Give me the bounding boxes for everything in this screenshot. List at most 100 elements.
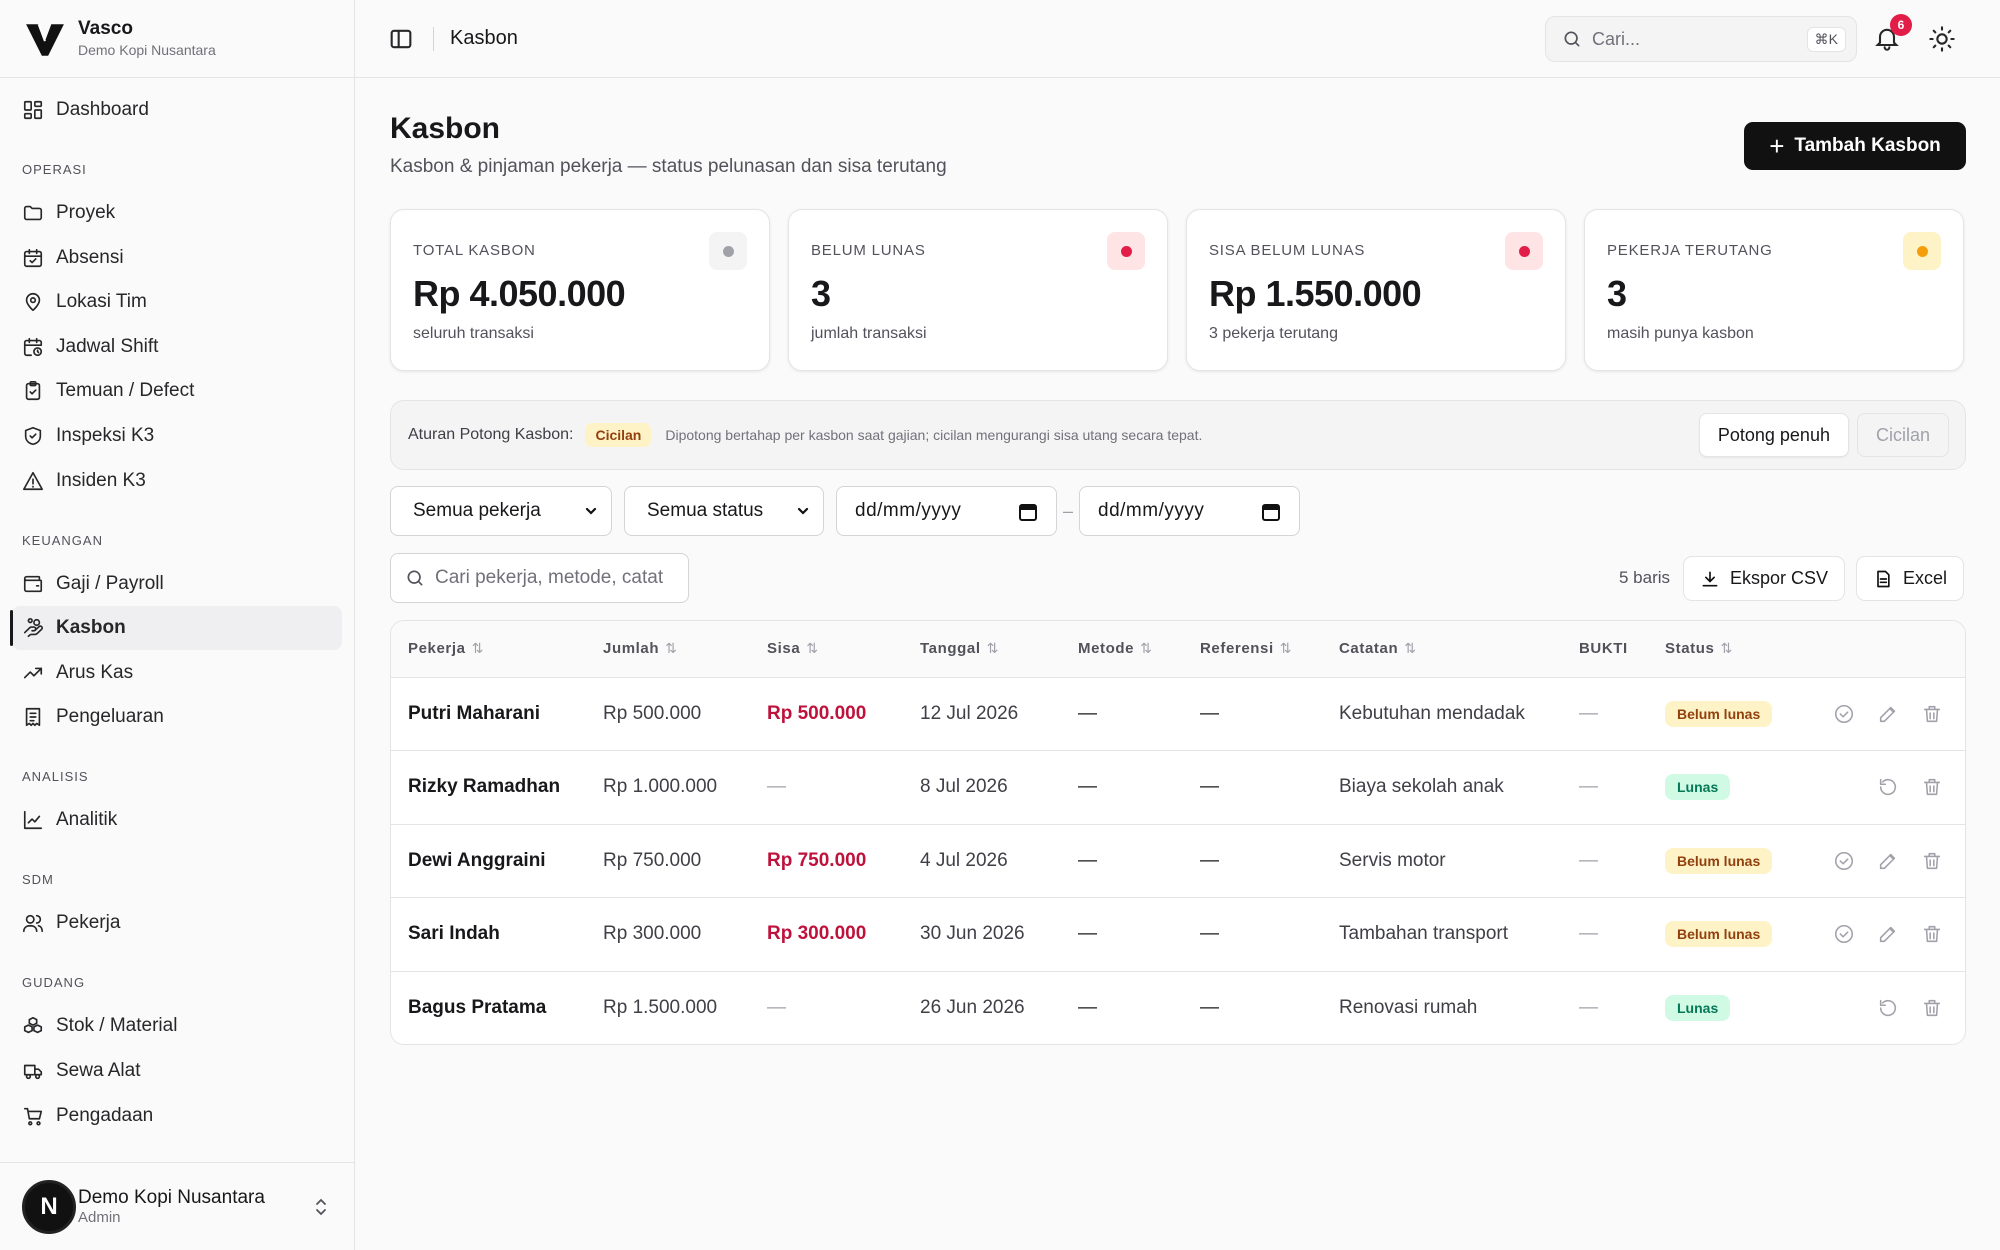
calendar-check-icon — [23, 248, 43, 267]
sidebar-item-proyek[interactable]: Proyek — [12, 191, 342, 235]
sidebar-item-sewa-alat[interactable]: Sewa Alat — [12, 1049, 342, 1093]
brand[interactable]: Vasco Demo Kopi Nusantara — [0, 0, 354, 78]
column-header-sisa[interactable]: Sisa ⇅ — [750, 621, 903, 678]
pencil-icon[interactable] — [1877, 703, 1899, 725]
stat-sub: 3 pekerja terutang — [1209, 325, 1338, 342]
sidebar-item-jadwal-shift[interactable]: Jadwal Shift — [12, 325, 342, 369]
stat-sub: seluruh transaksi — [413, 325, 534, 342]
pencil-icon[interactable] — [1877, 850, 1899, 872]
trash-icon[interactable] — [1921, 850, 1943, 872]
sidebar-item-lokasi-tim[interactable]: Lokasi Tim — [12, 280, 342, 324]
sidebar-item-label: Kasbon — [56, 617, 126, 639]
check-circle-icon[interactable] — [1833, 923, 1855, 945]
export-excel-button[interactable]: Excel — [1856, 556, 1965, 601]
table-search-placeholder: Cari pekerja, metode, catat — [435, 567, 664, 588]
add-kasbon-button[interactable]: + Tambah Kasbon — [1744, 122, 1966, 170]
sun-icon[interactable] — [1928, 25, 1956, 53]
nav-section-gudang: GUDANG — [22, 975, 86, 991]
add-kasbon-label: Tambah Kasbon — [1794, 135, 1941, 156]
cell-actions — [1788, 750, 1965, 825]
status-filter-value: Semua status — [647, 500, 764, 521]
chevron-down-icon — [585, 507, 597, 515]
cell-tanggal: 4 Jul 2026 — [903, 824, 1061, 898]
sidebar-item-inspeksi-k3[interactable]: Inspeksi K3 — [12, 414, 342, 458]
user-menu[interactable]: N Demo Kopi Nusantara Admin — [0, 1162, 354, 1250]
date-to-input[interactable]: dd/mm/yyyy — [1079, 486, 1301, 536]
trash-icon[interactable] — [1921, 776, 1943, 798]
trash-icon[interactable] — [1921, 703, 1943, 725]
cell-tanggal: 12 Jul 2026 — [903, 677, 1061, 751]
worker-filter-select[interactable]: Semua pekerja — [390, 486, 612, 536]
full-deduction-button[interactable]: Potong penuh — [1698, 413, 1849, 457]
rotate-ccw-icon[interactable] — [1877, 776, 1899, 798]
sidebar-item-temuan-defect[interactable]: Temuan / Defect — [12, 369, 342, 413]
table-row: Putri Maharani Rp 500.000 Rp 500.000 12 Jul… — [391, 677, 1965, 751]
cell-catatan: Servis motor — [1322, 824, 1562, 898]
filters: Semua pekerja Semua status dd/mm/yyyy – … — [390, 486, 1301, 536]
sidebar-item-pengadaan[interactable]: Pengadaan — [12, 1094, 342, 1138]
cell-tanggal: 8 Jul 2026 — [903, 750, 1061, 825]
export-excel-label: Excel — [1903, 568, 1948, 588]
download-icon — [1702, 571, 1718, 586]
column-header-actions — [1788, 621, 1965, 678]
sidebar-item-label: Jadwal Shift — [56, 335, 159, 357]
cell-jumlah: Rp 750.000 — [586, 824, 750, 898]
sidebar-item-dashboard[interactable]: Dashboard — [12, 88, 342, 132]
sidebar-item-label: Sewa Alat — [56, 1059, 141, 1081]
sidebar-item-absensi[interactable]: Absensi — [12, 236, 342, 280]
stat-label: SISA BELUM LUNAS — [1209, 242, 1366, 259]
sidebar-item-stok-material[interactable]: Stok / Material — [12, 1004, 342, 1048]
status-badge: Lunas — [1665, 995, 1731, 1021]
sidebar-item-pengeluaran[interactable]: Pengeluaran — [12, 695, 342, 739]
status-filter-select[interactable]: Semua status — [624, 486, 824, 536]
sidebar-toggle-icon[interactable] — [387, 25, 415, 53]
check-circle-icon[interactable] — [1833, 850, 1855, 872]
cell-jumlah: Rp 1.500.000 — [603, 997, 718, 1018]
sidebar-item-label: Pengadaan — [56, 1104, 154, 1126]
column-header-jumlah[interactable]: Jumlah ⇅ — [586, 621, 750, 678]
table-search-input[interactable]: Cari pekerja, metode, catat — [390, 553, 689, 603]
sidebar-item-pekerja[interactable]: Pekerja — [12, 901, 342, 945]
cell-pekerja: Rizky Ramadhan — [391, 750, 586, 825]
global-search-input[interactable]: Cari... ⌘K — [1545, 16, 1857, 62]
trending-up-icon — [23, 667, 43, 679]
calendar-clock-icon — [23, 337, 43, 356]
worker-filter-value: Semua pekerja — [413, 500, 541, 521]
cell-bukti: — — [1562, 897, 1648, 972]
cell-referensi: — — [1183, 897, 1322, 972]
column-header-status[interactable]: Status ⇅ — [1648, 621, 1788, 678]
sidebar-item-kasbon[interactable]: Kasbon — [10, 606, 342, 651]
brand-org: Demo Kopi Nusantara — [78, 41, 216, 58]
column-header-pekerja[interactable]: Pekerja ⇅ — [391, 621, 586, 678]
stat-card-total-kasbon: TOTAL KASBON Rp 4.050.000 seluruh transa… — [390, 209, 770, 371]
sidebar-item-insiden-k3[interactable]: Insiden K3 — [12, 459, 342, 503]
rotate-ccw-icon[interactable] — [1877, 997, 1899, 1019]
cell-pekerja: Sari Indah — [391, 897, 586, 972]
status-badge: Belum lunas — [1665, 847, 1773, 874]
column-header-catatan[interactable]: Catatan ⇅ — [1322, 621, 1562, 678]
pencil-icon[interactable] — [1877, 923, 1899, 945]
trash-icon[interactable] — [1921, 997, 1943, 1019]
status-badge: Belum lunas — [1665, 921, 1773, 948]
check-circle-icon[interactable] — [1833, 703, 1855, 725]
sidebar-item-label: Analitik — [56, 809, 118, 831]
column-header-referensi[interactable]: Referensi ⇅ — [1183, 621, 1322, 678]
shopping-cart-icon — [23, 1107, 43, 1126]
cell-referensi: — — [1200, 997, 1219, 1018]
sidebar-item-label: Temuan / Defect — [56, 380, 195, 402]
date-to-value: dd/mm/yyyy — [1098, 500, 1205, 521]
sort-icon: ⇅ — [1140, 640, 1153, 657]
date-from-input[interactable]: dd/mm/yyyy — [836, 486, 1057, 536]
export-csv-button[interactable]: Ekspor CSV — [1683, 556, 1846, 601]
installment-button[interactable]: Cicilan — [1856, 413, 1949, 457]
trash-icon[interactable] — [1921, 923, 1943, 945]
sidebar-item-label: Lokasi Tim — [56, 291, 147, 313]
sidebar-item-analitik[interactable]: Analitik — [12, 798, 342, 842]
sidebar-item-gaji-payroll[interactable]: Gaji / Payroll — [12, 562, 342, 606]
nav-section-keuangan: KEUANGAN — [22, 532, 103, 548]
sidebar-item-arus-kas[interactable]: Arus Kas — [12, 651, 342, 695]
cell-metode: — — [1078, 997, 1097, 1018]
cell-bukti: — — [1562, 824, 1648, 898]
column-header-tanggal[interactable]: Tanggal ⇅ — [903, 621, 1061, 678]
column-header-metode[interactable]: Metode ⇅ — [1061, 621, 1183, 678]
